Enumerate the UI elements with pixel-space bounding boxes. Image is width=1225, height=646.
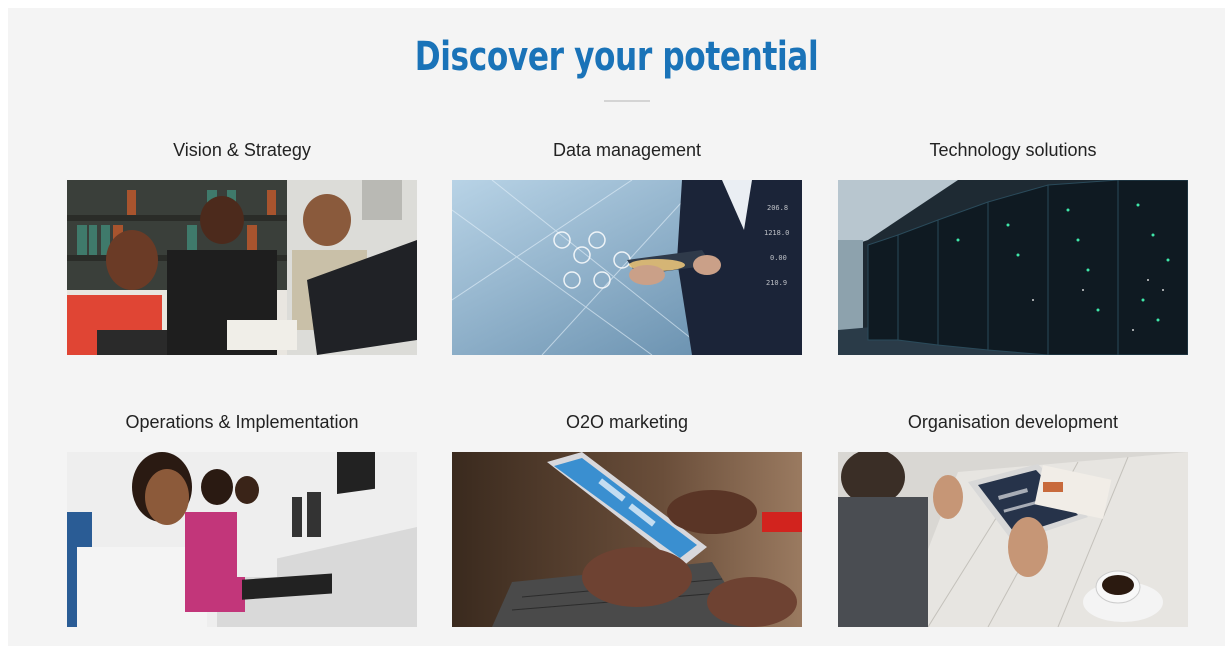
call-center-image[interactable] — [67, 452, 417, 627]
card-label[interactable]: Data management — [452, 135, 802, 165]
card-technology-solutions[interactable]: Technology solutions — [838, 135, 1188, 355]
svg-text:210.9: 210.9 — [766, 279, 787, 287]
card-label[interactable]: Technology solutions — [838, 135, 1188, 165]
card-label[interactable]: Organisation development — [838, 407, 1188, 437]
section-title: Discover your potential — [414, 34, 819, 80]
svg-text:0.00: 0.00 — [770, 254, 787, 262]
card-vision-strategy[interactable]: Vision & Strategy — [67, 135, 417, 355]
tablet-coffee-image[interactable] — [838, 452, 1188, 627]
svg-text:206.8: 206.8 — [767, 204, 788, 212]
svg-text:1218.0: 1218.0 — [764, 229, 789, 237]
title-divider — [604, 100, 650, 102]
tablet-data-image[interactable]: 206.8 1218.0 0.00 210.9 — [452, 180, 802, 355]
server-room-image[interactable] — [838, 180, 1188, 355]
card-operations-implementation[interactable]: Operations & Implementation — [67, 407, 417, 627]
discover-section: Discover your potential Vision & Strateg… — [8, 8, 1225, 646]
card-data-management[interactable]: Data management 206.8 1218.0 0.00 210.9 — [452, 135, 802, 355]
card-label[interactable]: Vision & Strategy — [67, 135, 417, 165]
team-at-computer-image[interactable] — [67, 180, 417, 355]
card-label[interactable]: Operations & Implementation — [67, 407, 417, 437]
smartphone-hands-image[interactable] — [452, 452, 802, 627]
card-o2o-marketing[interactable]: O2O marketing — [452, 407, 802, 627]
card-organisation-development[interactable]: Organisation development — [838, 407, 1188, 627]
card-label[interactable]: O2O marketing — [452, 407, 802, 437]
